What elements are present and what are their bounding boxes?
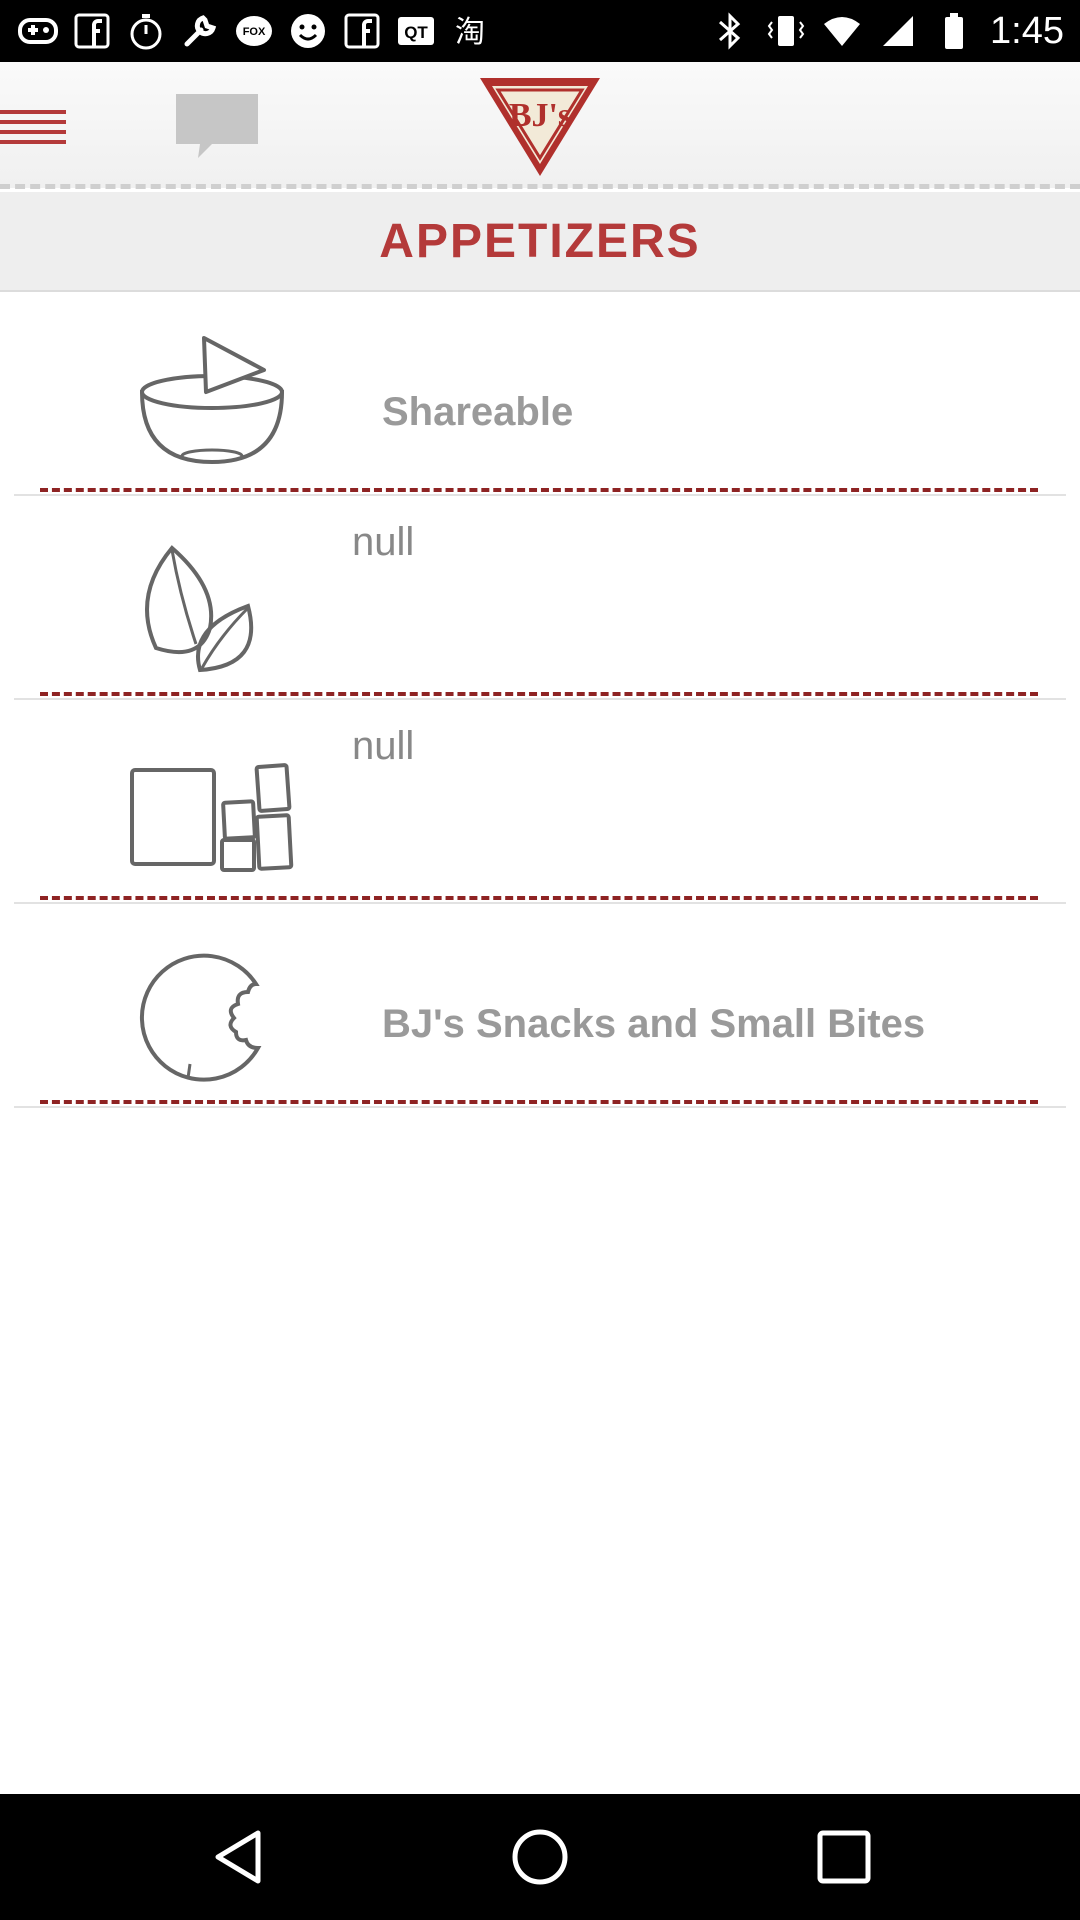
- home-button[interactable]: [510, 1827, 570, 1887]
- title-band: APPETIZERS: [0, 192, 1080, 292]
- tiles-icon: [128, 740, 294, 880]
- svg-text:QT: QT: [404, 23, 428, 42]
- home-icon: [512, 1829, 568, 1885]
- page-title: APPETIZERS: [379, 214, 701, 268]
- hamburger-menu-icon: [0, 110, 66, 144]
- chat-bubble-icon: [176, 94, 258, 158]
- svg-text:BJ's: BJ's: [509, 97, 571, 134]
- system-icons: 1:45: [710, 10, 1064, 52]
- bluetooth-icon: [710, 11, 750, 51]
- stopwatch-icon: [126, 11, 166, 51]
- stitched-divider: [40, 692, 1038, 696]
- facebook-icon: [72, 11, 112, 51]
- gamepad-icon: [18, 11, 58, 51]
- list-item-category-2[interactable]: null: [0, 496, 1080, 700]
- row-divider: [14, 1106, 1066, 1108]
- wifi-icon: [822, 11, 862, 51]
- app-header: BJ's: [0, 62, 1080, 189]
- battery-icon: [934, 11, 974, 51]
- list-item-shareable[interactable]: Shareable: [0, 292, 1080, 496]
- taobao-icon: 淘: [450, 11, 490, 51]
- category-list: Shareable null null BJ's Snacks and Smal…: [0, 292, 1080, 1108]
- stitched-divider: [40, 896, 1038, 900]
- clock: 1:45: [990, 9, 1064, 52]
- list-item-label: Shareable: [382, 390, 574, 434]
- svg-text:FOX: FOX: [243, 26, 266, 38]
- vibrate-icon: [766, 11, 806, 51]
- list-item-label: null: [352, 724, 415, 768]
- svg-text:淘: 淘: [455, 15, 485, 50]
- qt-icon: QT: [396, 11, 436, 51]
- recents-button[interactable]: [814, 1827, 874, 1887]
- bowl-chip-icon: [128, 332, 294, 472]
- chat-button[interactable]: [172, 90, 262, 162]
- bitten-cookie-icon: [128, 944, 294, 1084]
- list-item-snacks[interactable]: BJ's Snacks and Small Bites: [0, 904, 1080, 1108]
- smiley-icon: [288, 11, 328, 51]
- notification-icons: FOX QT 淘: [18, 10, 490, 52]
- leaf-icon: [128, 536, 294, 676]
- stitched-divider: [40, 1100, 1038, 1104]
- stitched-divider: [40, 488, 1038, 492]
- recents-icon: [817, 1830, 871, 1884]
- menu-button[interactable]: [0, 106, 66, 146]
- signal-icon: [878, 11, 918, 51]
- facebook-icon: [342, 11, 382, 51]
- back-button[interactable]: [210, 1827, 270, 1887]
- list-item-category-3[interactable]: null: [0, 700, 1080, 904]
- navigation-bar: [0, 1794, 1080, 1920]
- list-item-label: null: [352, 520, 415, 564]
- list-item-label: BJ's Snacks and Small Bites: [382, 1002, 926, 1046]
- bjs-logo: BJ's: [476, 72, 604, 180]
- back-icon: [215, 1830, 261, 1884]
- wrench-icon: [180, 11, 220, 51]
- fox-sports-icon: FOX: [234, 11, 274, 51]
- status-bar: FOX QT 淘 1:45: [0, 0, 1080, 62]
